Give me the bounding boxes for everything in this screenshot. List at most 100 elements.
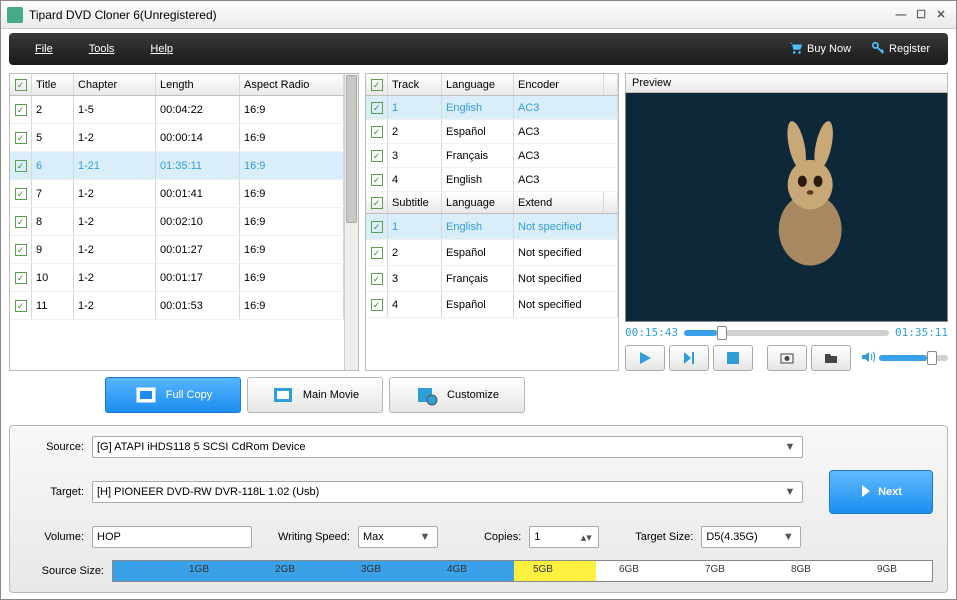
cart-icon [789,41,803,58]
th-extend[interactable]: Extend [514,192,604,213]
preview-label: Preview [625,73,948,93]
chevron-down-icon: ▼ [417,531,433,543]
menu-bar: File Tools Help Buy Now Register [9,33,948,65]
row-checkbox[interactable]: ✓ [10,152,32,179]
row-checkbox[interactable]: ✓ [366,266,388,291]
player-timeline: 00:15:43 01:35:11 [625,322,948,343]
table-row[interactable]: ✓ 2 Español AC3 [366,120,618,144]
table-row[interactable]: ✓ 11 1-2 00:01:53 16:9 [10,292,344,320]
subtitles-table: ✓ Subtitle Language Extend ✓ 1 English N… [366,192,618,370]
source-dropdown[interactable]: [G] ATAPI iHDS118 5 SCSI CdRom Device▼ [92,436,803,458]
register-button[interactable]: Register [861,37,940,62]
th-aspect[interactable]: Aspect Radio [240,74,344,95]
stop-button[interactable] [713,345,753,371]
tracks-scrollbar[interactable] [604,74,618,95]
table-row[interactable]: ✓ 7 1-2 00:01:41 16:9 [10,180,344,208]
row-checkbox[interactable]: ✓ [366,292,388,317]
buy-now-button[interactable]: Buy Now [779,37,861,62]
volume-input[interactable]: HOP [92,526,252,548]
mode-main-movie[interactable]: Main Movie [247,377,383,413]
volume-icon[interactable] [861,350,875,367]
volume-label: Volume: [24,531,84,543]
th-subtitle[interactable]: Subtitle [388,192,442,213]
spinner-icon: ▴▾ [578,531,594,544]
buy-now-label: Buy Now [807,43,851,55]
chevron-right-icon [860,484,872,501]
tracks-checkall[interactable]: ✓ [366,74,388,95]
table-row[interactable]: ✓ 4 English AC3 [366,168,618,192]
table-row[interactable]: ✓ 6 1-21 01:35:11 16:9 [10,152,344,180]
target-size-dropdown[interactable]: D5(4.35G)▼ [701,526,801,548]
titles-checkall[interactable]: ✓ [10,74,32,95]
folder-button[interactable] [811,345,851,371]
mode-full-copy[interactable]: Full Copy [105,377,241,413]
chevron-down-icon: ▼ [780,531,796,543]
size-tick: 8GB [791,564,811,575]
key-icon [871,41,885,58]
table-row[interactable]: ✓ 3 Français AC3 [366,144,618,168]
row-checkbox[interactable]: ✓ [10,96,32,123]
mode-custom-label: Customize [447,389,499,401]
size-tick: 9GB [877,564,897,575]
target-dropdown[interactable]: [H] PIONEER DVD-RW DVR-118L 1.02 (Usb)▼ [92,481,803,503]
th-encoder[interactable]: Encoder [514,74,604,95]
minimize-button[interactable]: — [892,7,910,23]
row-checkbox[interactable]: ✓ [10,208,32,235]
table-row[interactable]: ✓ 1 English AC3 [366,96,618,120]
row-checkbox[interactable]: ✓ [10,236,32,263]
close-button[interactable]: ✕ [932,7,950,23]
th-chapter[interactable]: Chapter [74,74,156,95]
row-checkbox[interactable]: ✓ [366,144,388,167]
source-size-label: Source Size: [24,565,104,577]
th-sub-lang[interactable]: Language [442,192,514,213]
mode-customize[interactable]: Customize [389,377,525,413]
row-checkbox[interactable]: ✓ [10,264,32,291]
maximize-button[interactable]: ☐ [912,7,930,23]
subtitles-checkall[interactable]: ✓ [366,192,388,213]
menu-tools[interactable]: Tools [71,39,133,59]
row-checkbox[interactable]: ✓ [366,214,388,239]
row-checkbox[interactable]: ✓ [366,168,388,191]
menu-help[interactable]: Help [132,39,191,59]
register-label: Register [889,43,930,55]
table-row[interactable]: ✓ 2 Español Not specified [366,240,618,266]
play-button[interactable] [625,345,665,371]
size-tick: 7GB [705,564,725,575]
table-row[interactable]: ✓ 4 Español Not specified [366,292,618,318]
step-button[interactable] [669,345,709,371]
menu-file[interactable]: File [17,39,71,59]
th-length[interactable]: Length [156,74,240,95]
row-checkbox[interactable]: ✓ [366,120,388,143]
copies-label: Copies: [484,531,521,543]
preview-video[interactable] [625,93,948,322]
copies-spinner[interactable]: 1▴▾ [529,526,599,548]
table-row[interactable]: ✓ 3 Français Not specified [366,266,618,292]
table-row[interactable]: ✓ 5 1-2 00:00:14 16:9 [10,124,344,152]
th-title[interactable]: Title [32,74,74,95]
table-row[interactable]: ✓ 8 1-2 00:02:10 16:9 [10,208,344,236]
th-track[interactable]: Track [388,74,442,95]
snapshot-button[interactable] [767,345,807,371]
row-checkbox[interactable]: ✓ [10,292,32,319]
target-label: Target: [24,486,84,498]
table-row[interactable]: ✓ 1 English Not specified [366,214,618,240]
speed-dropdown[interactable]: Max▼ [358,526,438,548]
size-tick: 3GB [361,564,381,575]
row-checkbox[interactable]: ✓ [10,180,32,207]
table-row[interactable]: ✓ 10 1-2 00:01:17 16:9 [10,264,344,292]
row-checkbox[interactable]: ✓ [10,124,32,151]
table-row[interactable]: ✓ 2 1-5 00:04:22 16:9 [10,96,344,124]
film-icon [134,383,158,407]
volume-slider[interactable] [879,355,948,361]
th-track-lang[interactable]: Language [442,74,514,95]
titles-scrollbar[interactable] [344,74,358,370]
time-total: 01:35:11 [895,326,948,339]
table-row[interactable]: ✓ 9 1-2 00:01:27 16:9 [10,236,344,264]
chevron-down-icon: ▼ [782,486,798,498]
next-button[interactable]: Next [829,470,933,514]
seek-slider[interactable] [684,330,889,336]
subtitles-scrollbar[interactable] [604,192,618,213]
row-checkbox[interactable]: ✓ [366,240,388,265]
settings-panel: Source: [G] ATAPI iHDS118 5 SCSI CdRom D… [9,425,948,593]
row-checkbox[interactable]: ✓ [366,96,388,119]
